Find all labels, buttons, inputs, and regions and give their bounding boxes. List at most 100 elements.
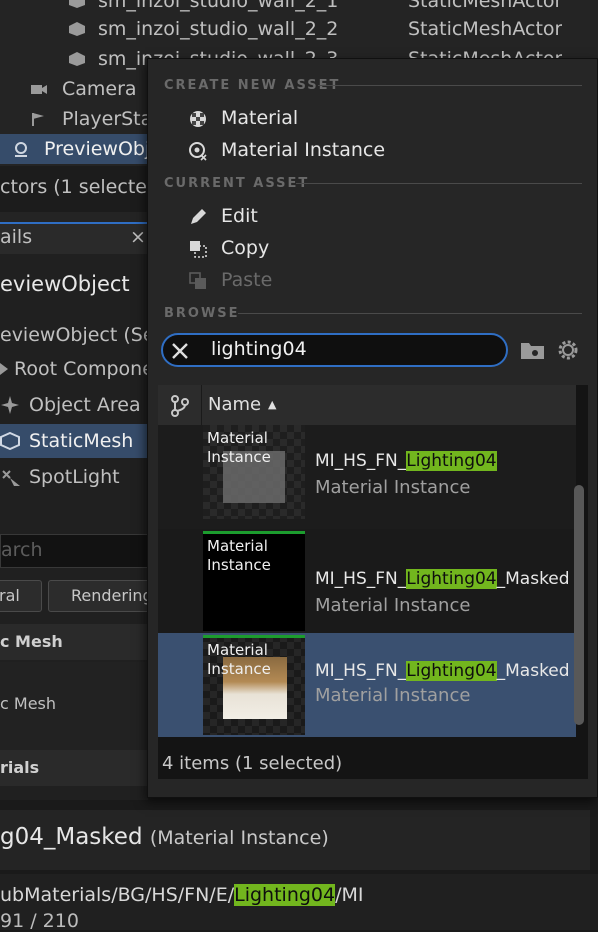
component-label: SpotLight [29, 466, 120, 488]
component-row-selected[interactable]: StaticMesh [0, 424, 148, 458]
asset-type-text: (Material Instance) [149, 827, 329, 849]
root-component-icon [0, 363, 8, 375]
asset-type: Material Instance [315, 477, 471, 498]
path-suffix: /MI [335, 884, 364, 906]
asset-search-input[interactable]: lighting04 [161, 333, 508, 367]
clear-search-icon[interactable] [171, 342, 189, 360]
details-search-input[interactable]: arch [0, 534, 148, 568]
asset-name: MI_HS_FN_Lighting04 [315, 451, 497, 471]
asset-row[interactable]: Material Instance MI_HS_FN_Lighting04 Ma… [158, 425, 576, 529]
divider [318, 85, 582, 86]
component-row[interactable]: SpotLight [0, 460, 148, 494]
name-suffix: _Masked [496, 661, 570, 681]
static-mesh-icon [69, 52, 85, 66]
asset-path-bar: ubMaterials/BG/HS/FN/E/Lighting04/MI 91 … [0, 874, 598, 932]
current-header: CURRENT ASSET [164, 176, 310, 191]
asset-info-bar: g04_Masked (Material Instance) [0, 810, 590, 870]
filter-label: Rendering [71, 586, 153, 605]
thumbnail-type-label: Material Instance [207, 429, 271, 466]
asset-name-text: g04_Masked [0, 824, 143, 850]
details-panel: ails × eviewObject eviewObject (Self) Ro… [0, 222, 182, 800]
name-column-header[interactable]: Name ▲ [206, 385, 566, 425]
create-material-instance-item[interactable]: Material Instance [184, 135, 564, 165]
property-label: c Mesh [0, 694, 57, 713]
name-match: Lighting04 [406, 661, 497, 681]
source-control-branch-icon[interactable] [170, 395, 190, 417]
asset-thumbnail: Material Instance [203, 531, 305, 631]
component-row[interactable]: Object Area Box [0, 388, 182, 422]
close-icon[interactable]: × [130, 226, 146, 248]
area-box-icon [1, 396, 19, 414]
counter-text: 91 / 210 [0, 910, 79, 932]
column-label: Name [208, 394, 262, 415]
menu-label: Material [221, 107, 299, 129]
browse-header: BROWSE [164, 306, 240, 321]
asset-row[interactable]: Material Instance MI_HS_FN_Lighting04_Ma… [158, 529, 576, 633]
section-materials[interactable]: rials [0, 750, 148, 786]
asset-list-scrollbar[interactable] [574, 485, 584, 725]
divider [296, 183, 582, 184]
spotlight-icon [2, 470, 20, 486]
static-mesh-icon [69, 0, 85, 8]
asset-name: MI_HS_FN_Lighting04_Masked [315, 661, 570, 681]
item-count: 4 items (1 selected) [162, 753, 343, 774]
actor-name: Camera [62, 78, 137, 100]
actor-count: ctors (1 selected) [0, 176, 167, 198]
create-header: CREATE NEW ASSET [164, 78, 341, 93]
static-mesh-icon [69, 22, 85, 36]
asset-path: ubMaterials/BG/HS/FN/E/Lighting04/MI [0, 884, 364, 906]
menu-label: Material Instance [221, 139, 386, 161]
menu-label: Edit [221, 205, 258, 227]
property-row: c Mesh [0, 662, 148, 750]
filter-general-button[interactable]: ral [0, 580, 42, 612]
name-prefix: MI_HS_FN_ [315, 569, 407, 589]
object-name: eviewObject [0, 272, 130, 296]
column-header-row: Name ▲ [158, 385, 576, 425]
section-label: c Mesh [0, 632, 63, 651]
section-static-mesh[interactable]: c Mesh [0, 624, 148, 660]
divider [238, 313, 582, 314]
actor-type: StaticMeshActor [408, 18, 563, 40]
filter-label: ral [0, 586, 20, 605]
actor-name: sm_inzoi_studio_wall_2_2 [98, 18, 339, 40]
details-tab-label: ails [0, 226, 33, 248]
asset-type: Material Instance [315, 685, 471, 706]
preview-object-icon [15, 142, 27, 157]
column-divider [201, 385, 202, 425]
outliner-row[interactable]: sm_inzoi_studio_wall_2_2 StaticMeshActor [0, 14, 598, 44]
section-label: rials [0, 758, 40, 777]
browse-folder-icon[interactable] [520, 339, 546, 361]
create-material-item[interactable]: Material [184, 103, 564, 133]
component-row[interactable]: Root Component [0, 352, 173, 386]
component-row-self[interactable]: eviewObject (Self) [0, 318, 174, 352]
paste-item: Paste [184, 265, 564, 295]
thumbnail-type-label: Material Instance [207, 537, 271, 574]
name-prefix: MI_HS_FN_ [315, 661, 407, 681]
name-match: Lighting04 [406, 569, 497, 589]
thumbnail-type-label: Material Instance [207, 641, 271, 678]
asset-thumbnail: Material Instance [203, 425, 305, 519]
material-picker-popup: CREATE NEW ASSET Material Material Insta… [147, 58, 598, 798]
thumbnail-top-bar [203, 531, 305, 534]
settings-gear-icon[interactable] [556, 338, 580, 362]
thumbnail-top-bar [203, 635, 305, 638]
player-start-icon [32, 113, 44, 126]
details-tab[interactable]: ails × [0, 222, 148, 254]
asset-list: Name ▲ Material Instance MI_HS_FN_Lighti… [158, 385, 588, 779]
asset-thumbnail: Material Instance [203, 635, 305, 735]
copy-item[interactable]: Copy [184, 233, 564, 263]
filter-rendering-button[interactable]: Rendering [48, 580, 154, 612]
name-prefix: MI_HS_FN_ [315, 451, 407, 471]
component-label: StaticMesh [29, 430, 134, 452]
asset-info-name: g04_Masked (Material Instance) [0, 824, 329, 850]
asset-name: MI_HS_FN_Lighting04_Masked [315, 569, 570, 589]
path-prefix: ubMaterials/BG/HS/FN/E/ [0, 884, 235, 906]
menu-label: Paste [221, 269, 273, 291]
asset-row-selected[interactable]: Material Instance MI_HS_FN_Lighting04_Ma… [158, 633, 576, 737]
camera-icon [31, 85, 47, 94]
edit-item[interactable]: Edit [184, 201, 564, 231]
sort-ascending-icon: ▲ [268, 398, 277, 411]
name-match: Lighting04 [406, 451, 497, 471]
search-placeholder: arch [1, 539, 43, 561]
asset-type: Material Instance [315, 595, 471, 616]
